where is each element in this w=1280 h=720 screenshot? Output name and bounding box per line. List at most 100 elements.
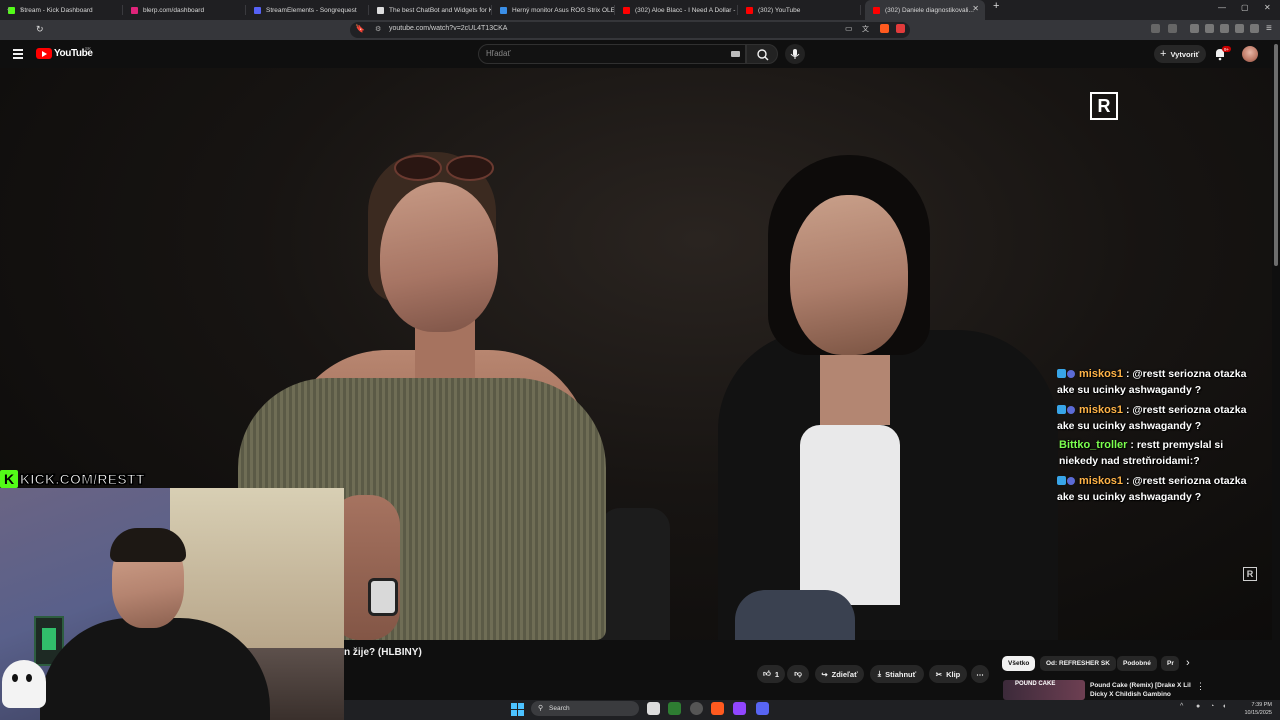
thumbs-up-icon: 👍︎ [762,669,771,678]
recommendation-thumbnail[interactable]: POUND CAKE [1003,680,1085,700]
person-right-face [790,195,908,355]
app-icon[interactable] [668,702,681,715]
country-code: SK [85,46,92,51]
download-button[interactable]: ⤓ Stiahnuť [870,665,924,683]
channel-watermark-logo: R [1090,92,1118,120]
extension-icon[interactable] [1151,24,1160,33]
windows-taskbar [344,700,1280,720]
forward-icon[interactable]: › [20,4,23,15]
create-label: Vytvoriť [1170,49,1200,59]
maximize-icon[interactable]: ▢ [1241,3,1249,12]
cast-icon[interactable]: ▭ [845,24,853,33]
site-info-icon[interactable]: ⚙ [375,25,381,33]
translate-icon[interactable]: 文 [862,24,869,34]
chip-all[interactable]: Všetko [1002,656,1036,671]
search-icon: ⚲ [538,705,544,712]
more-actions-button[interactable]: ⋯ [971,665,989,683]
avatar[interactable] [1242,46,1258,62]
minimize-icon[interactable]: — [1218,3,1226,12]
recommendation-title[interactable]: Pound Cake (Remix) [Drake X Lil Dicky X … [1090,681,1198,700]
thumbs-down-icon: 👎︎ [794,669,802,678]
clock-time: 7:39 PM [1251,702,1272,708]
tray-app-icon[interactable]: ● [1196,703,1200,710]
scrollbar-thumb[interactable] [1274,44,1278,266]
close-window-icon[interactable]: ✕ [1264,3,1271,12]
kick-label: K KICK.COM/RESTT [0,470,145,488]
chat-message: miskos1 : @restt seriozna otazka ake su … [1057,368,1247,396]
create-button[interactable]: + Vytvoriť [1154,45,1206,63]
media-icon[interactable] [1190,24,1199,33]
app-icon[interactable] [733,702,746,715]
wifi-icon[interactable]: ◔ [1210,703,1214,710]
extension-icon[interactable] [1168,24,1177,33]
search-icon [757,49,769,61]
discord-icon[interactable] [756,702,769,715]
chevron-right-icon[interactable]: › [1186,657,1190,669]
leo-icon[interactable] [1235,24,1244,33]
kick-url-text: KICK.COM/RESTT [20,471,145,488]
chat-badge-icon [1057,404,1066,414]
brave-shield-icon[interactable] [880,24,889,33]
obs-icon[interactable] [690,702,703,715]
url-text: youtube.com/watch?v=2cUL4T13CKA [389,25,508,32]
windows-start-icon[interactable] [511,703,524,716]
browser-tab[interactable]: Stream - Kick Dashboard [0,0,123,20]
close-tab-icon[interactable]: ✕ [972,4,979,13]
tab-list: Stream - Kick Dashboard blerp.com/dashboa… [0,0,999,20]
back-icon[interactable]: ‹ [7,4,10,15]
menu-icon[interactable]: ≡ [1266,23,1272,34]
chip-from-channel[interactable]: Od: REFRESHER SK [1040,656,1116,671]
taskbar-search[interactable]: Search [531,701,639,716]
volume-icon[interactable]: ◖ [1222,703,1226,710]
tab-favicon-icon [254,6,261,14]
taskbar-clock[interactable]: 7:39 PM 10/15/2025 [1236,701,1272,717]
dislike-button[interactable]: 👎︎ [787,665,809,683]
streamer-hair [110,528,186,562]
tab-separator [860,5,861,15]
channel-watermark-small[interactable]: R [1243,567,1257,581]
search-button[interactable] [746,44,778,64]
like-button[interactable]: 👍︎ 1 [757,665,785,683]
tab-favicon-icon [131,6,138,14]
chip-more[interactable]: Pr [1161,656,1179,671]
browser-tab-active[interactable]: (302) Daniele diagnostikovali... ✕ [865,0,985,20]
brave-browser-icon[interactable] [711,702,724,715]
new-tab-icon[interactable]: + [993,0,999,20]
tab-favicon-icon [746,6,753,14]
share-icon: ↪ [821,669,828,679]
browser-tab[interactable]: blerp.com/dashboard [123,0,246,20]
search-input[interactable] [478,44,746,64]
hamburger-menu-icon[interactable] [13,49,23,59]
youtube-logo-icon[interactable] [36,48,52,59]
bookmark-icon[interactable]: 🔖 [355,24,365,33]
chat-badge-icon [1057,475,1066,485]
download-icon: ⤓ [877,669,882,678]
recommendation-menu-icon[interactable]: ⋮ [1196,681,1205,692]
webcam-overlay [0,488,344,720]
vpn-icon[interactable] [1250,24,1259,33]
scissors-icon: ✂ [935,669,943,679]
chip-related[interactable]: Podobné [1117,656,1157,671]
share-button[interactable]: ↪ Zdieľať [815,665,864,683]
browser-tab[interactable]: (302) Aloe Blacc - I Need A Dollar - Y..… [615,0,738,20]
sidebar-icon[interactable] [1205,24,1214,33]
browser-tab[interactable]: Herný monitor Asus ROG Strix OLED... [492,0,615,20]
tab-favicon-icon [377,6,384,14]
chat-username: miskos1 [1079,368,1124,380]
voice-search-button[interactable] [785,44,805,64]
keyboard-icon[interactable] [731,51,740,57]
brave-rewards-icon[interactable] [896,24,905,33]
browser-tab[interactable]: StreamElements - Songrequest [246,0,369,20]
browser-tab[interactable]: (302) YouTube [738,0,861,20]
plus-icon: + [1160,48,1167,60]
watch [368,578,398,616]
tab-title: Herný monitor Asus ROG Strix OLED... [512,6,615,14]
tray-chevron-icon[interactable]: ^ [1180,703,1183,710]
clip-button[interactable]: ✂ Klip [929,665,967,683]
browser-tab[interactable]: The best ChatBot and Widgets for K... [369,0,492,20]
reload-icon[interactable]: ↻ [36,24,44,35]
tab-favicon-icon [500,6,507,14]
wallet-icon[interactable] [1220,24,1229,33]
task-view-icon[interactable] [647,702,660,715]
more-icon: ⋯ [976,669,984,679]
